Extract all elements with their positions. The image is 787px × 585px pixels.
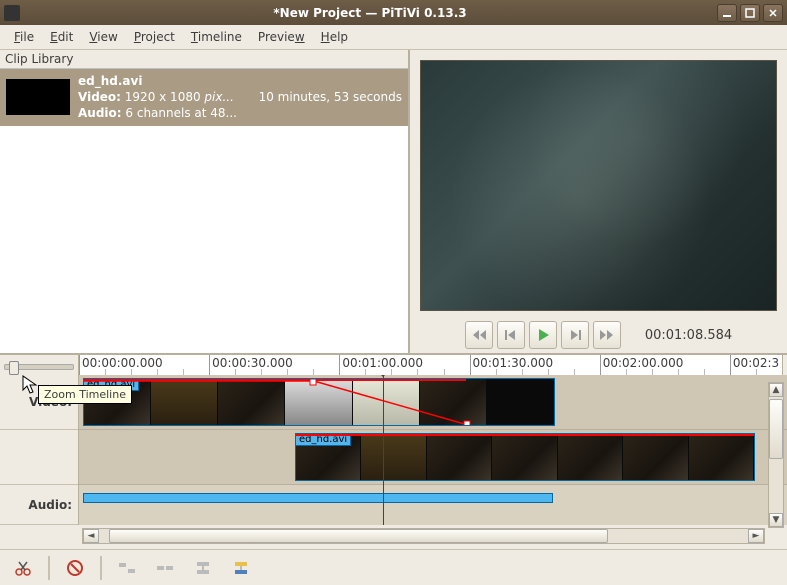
close-button[interactable]: [763, 4, 783, 22]
menu-timeline[interactable]: Timeline: [183, 27, 250, 47]
clip-thumbnail: [6, 79, 70, 115]
next-frame-button[interactable]: [561, 321, 589, 349]
clip-library-heading: Clip Library: [0, 50, 408, 68]
unlink-tool[interactable]: [110, 554, 144, 582]
video-track-label-2: [0, 430, 78, 485]
maximize-button[interactable]: [740, 4, 760, 22]
clip-metadata: ed_hd.avi Video: 1920 x 1080 pix... Audi…: [78, 73, 259, 122]
ungroup-tool[interactable]: [224, 554, 258, 582]
cursor-icon: [22, 375, 40, 397]
bottom-toolbar: [0, 549, 787, 585]
timecode-display: 00:01:08.584: [645, 328, 732, 343]
menubar: File Edit View Project Timeline Preview …: [0, 25, 787, 50]
group-tool[interactable]: [186, 554, 220, 582]
link-tool[interactable]: [148, 554, 182, 582]
forward-button[interactable]: [593, 321, 621, 349]
zoom-slider[interactable]: [4, 364, 74, 370]
zoom-handle[interactable]: [9, 361, 19, 375]
delete-tool[interactable]: [58, 554, 92, 582]
audio-clip[interactable]: [83, 493, 553, 503]
menu-preview[interactable]: Preview: [250, 27, 313, 47]
clip-duration: 10 minutes, 53 seconds: [259, 90, 402, 104]
menu-help[interactable]: Help: [313, 27, 356, 47]
video-preview[interactable]: [420, 60, 777, 311]
timeline-clip[interactable]: ed_hd.avi: [295, 433, 755, 481]
clip-video-info: Video: 1920 x 1080 pix...: [78, 89, 259, 105]
zoom-tooltip: Zoom Timeline: [38, 385, 132, 404]
menu-view[interactable]: View: [81, 27, 125, 47]
scroll-thumb[interactable]: [769, 399, 783, 459]
zoom-row: 00:00:00.00000:00:30.00000:01:00.00000:0…: [0, 355, 787, 375]
clip-label: ed_hd.avi: [296, 434, 351, 446]
clip-name: ed_hd.avi: [78, 73, 259, 89]
menu-edit[interactable]: Edit: [42, 27, 81, 47]
video-track-1[interactable]: ed_hd.avi: [79, 375, 787, 430]
preview-pane: 00:01:08.584: [410, 50, 787, 353]
app-icon: [4, 5, 20, 21]
playhead[interactable]: [383, 375, 384, 525]
timeline-h-scrollbar[interactable]: ◄ ►: [82, 528, 765, 544]
timeline-v-scrollbar[interactable]: ▲ ▼: [768, 382, 784, 528]
scroll-down-button[interactable]: ▼: [769, 513, 783, 527]
clip-list-item[interactable]: ed_hd.avi Video: 1920 x 1080 pix... Audi…: [0, 69, 408, 126]
transport-controls: 00:01:08.584: [420, 321, 777, 349]
scroll-up-button[interactable]: ▲: [769, 383, 783, 397]
play-button[interactable]: [529, 321, 557, 349]
menu-file[interactable]: File: [6, 27, 42, 47]
scroll-thumb[interactable]: [109, 529, 608, 543]
window-title: *New Project — PiTiVi 0.13.3: [26, 6, 714, 20]
clip-list[interactable]: ed_hd.avi Video: 1920 x 1080 pix... Audi…: [0, 68, 408, 353]
clip-audio-info: Audio: 6 channels at 48...: [78, 105, 259, 121]
menu-project[interactable]: Project: [126, 27, 183, 47]
timeline-clip[interactable]: ed_hd.avi: [83, 378, 555, 426]
titlebar: *New Project — PiTiVi 0.13.3: [0, 0, 787, 25]
audio-track-label: Audio:: [0, 485, 78, 525]
split-tool[interactable]: [6, 554, 40, 582]
video-track-2[interactable]: ed_hd.avi: [79, 430, 787, 485]
prev-frame-button[interactable]: [497, 321, 525, 349]
clip-library: Clip Library ed_hd.avi Video: 1920 x 108…: [0, 50, 410, 353]
scroll-right-button[interactable]: ►: [748, 529, 764, 543]
timeline-body[interactable]: ed_hd.avi ed_hd.avi: [78, 375, 787, 525]
scroll-left-button[interactable]: ◄: [83, 529, 99, 543]
rewind-button[interactable]: [465, 321, 493, 349]
minimize-button[interactable]: [717, 4, 737, 22]
